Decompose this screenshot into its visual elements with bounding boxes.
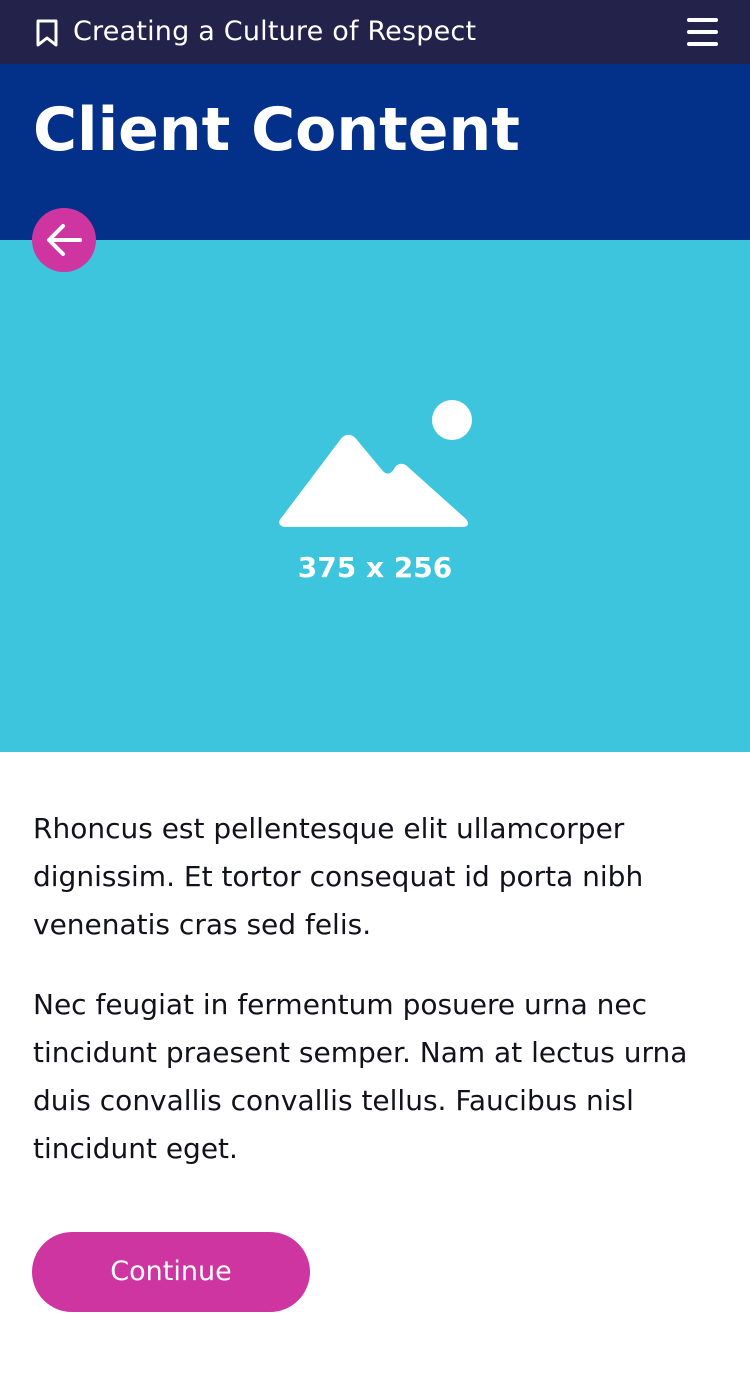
continue-button[interactable]: Continue bbox=[32, 1232, 310, 1312]
hero-image-placeholder: 375 x 256 bbox=[0, 240, 750, 752]
page-title: Client Content bbox=[33, 95, 520, 165]
paragraph: Nec feugiat in fermentum posuere urna ne… bbox=[33, 988, 688, 1165]
image-dimensions-label: 375 x 256 bbox=[297, 551, 453, 584]
bookmark-icon[interactable] bbox=[34, 19, 60, 47]
top-bar: Creating a Culture of Respect bbox=[0, 0, 750, 64]
paragraph: Rhoncus est pellentesque elit ullamcorpe… bbox=[33, 812, 644, 941]
page-header: Client Content bbox=[0, 64, 750, 240]
course-title: Creating a Culture of Respect bbox=[73, 16, 477, 47]
content-body: Rhoncus est pellentesque elit ullamcorpe… bbox=[33, 805, 718, 1205]
back-button[interactable] bbox=[32, 208, 96, 272]
arrow-left-icon bbox=[47, 224, 82, 256]
hamburger-menu-icon[interactable] bbox=[685, 16, 721, 48]
image-placeholder-icon bbox=[279, 400, 472, 527]
